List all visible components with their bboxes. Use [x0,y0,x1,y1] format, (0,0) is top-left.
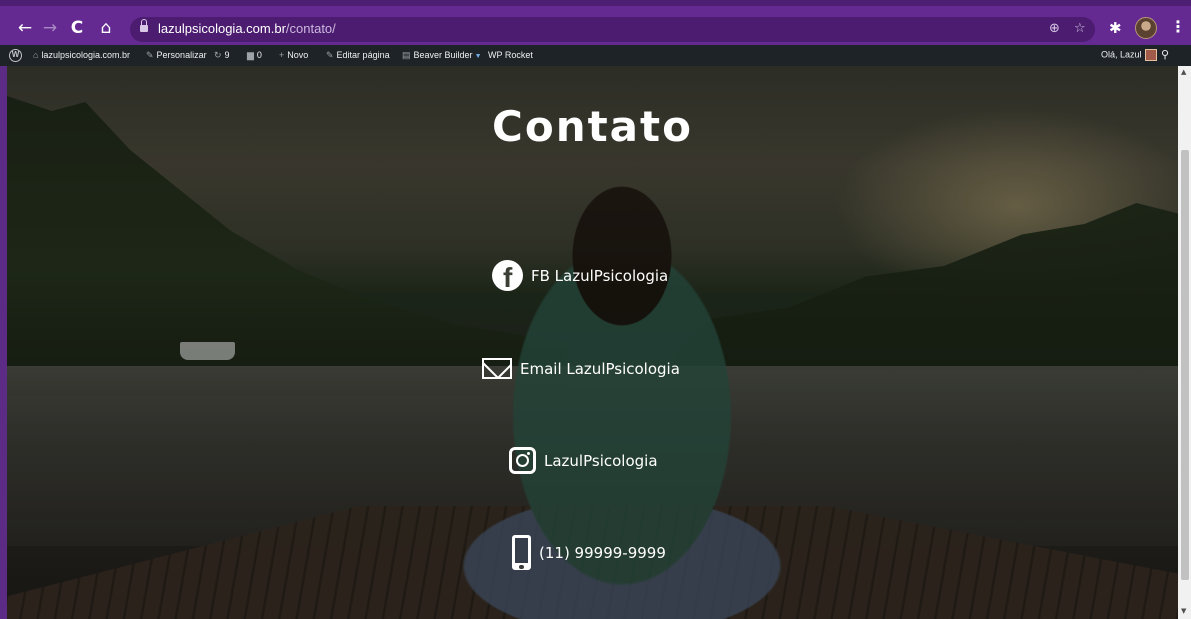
extensions-puzzle-icon[interactable]: ✱ [1109,19,1122,37]
forward-button[interactable]: → [39,17,61,39]
contact-email-link[interactable]: Email LazulPsicologia [482,358,680,379]
contact-instagram-link[interactable]: LazulPsicologia [509,447,658,474]
brush-icon: ✎ [146,50,154,60]
address-bar[interactable]: lazulpsicologia.com.br/contato/ ⊕ ☆ [130,17,1095,42]
comment-icon: ▆ [247,50,254,60]
home-icon: ⌂ [33,50,39,60]
contact-facebook-link[interactable]: f FB LazulPsicologia [492,260,669,293]
wp-updates-link[interactable]: ↻ 9 [214,50,230,61]
lock-icon[interactable] [140,19,148,32]
dropdown-caret-icon: ▼ [474,53,482,60]
bookmark-star-icon[interactable]: ☆ [1074,21,1086,36]
wp-beaver-label: Beaver Builder [413,50,473,60]
wp-updates-count: 9 [224,50,230,60]
url-text[interactable]: lazulpsicologia.com.br/contato/ [158,21,336,36]
scrollbar-thumb[interactable] [1181,150,1189,580]
instagram-icon [509,447,536,474]
url-domain: lazulpsicologia.com.br [158,21,286,36]
wp-comments-count: 0 [256,50,262,60]
wp-rocket-link[interactable]: WP Rocket [488,50,533,60]
wp-new-label: Novo [287,50,309,60]
profile-avatar[interactable] [1135,17,1157,39]
wp-beaver-builder-link[interactable]: ▤ Beaver Builder ▼ [402,50,482,61]
contact-phone-label: (11) 99999-9999 [539,543,666,562]
contact-instagram-label: LazulPsicologia [544,451,658,470]
mail-icon [482,358,512,379]
beaver-builder-icon: ▤ [402,50,411,60]
page-title: Contato [492,102,693,151]
contact-phone-link[interactable]: (11) 99999-9999 [512,535,666,570]
url-path: /contato/ [285,21,336,36]
contact-email-label: Email LazulPsicologia [520,359,680,378]
zoom-icon[interactable]: ⊕ [1049,21,1060,36]
updates-icon: ↻ [214,50,222,60]
reload-button[interactable]: C [66,17,88,39]
scroll-down-arrow-icon[interactable]: ▼ [1181,607,1186,615]
page-scrollbar[interactable]: ▲ ▼ [1178,66,1191,619]
wp-user-avatar [1144,49,1157,61]
wp-search-icon[interactable]: ⚲ [1161,48,1169,61]
facebook-icon: f [492,260,523,293]
wp-site-link[interactable]: ⌂ lazulpsicologia.com.br [33,50,130,60]
wp-site-label: lazulpsicologia.com.br [41,50,130,60]
wp-comments-link[interactable]: ▆ 0 [247,50,262,61]
wp-customize-label: Personalizar [156,50,207,60]
wp-account-link[interactable]: Olá, Lazul [1101,49,1157,61]
wp-customize-link[interactable]: ✎ Personalizar [146,50,207,61]
home-button[interactable]: ⌂ [95,17,117,39]
scroll-up-arrow-icon[interactable]: ▲ [1181,68,1186,76]
browser-toolbar: ← → C ⌂ lazulpsicologia.com.br/contato/ … [0,0,1191,45]
wp-edit-page-link[interactable]: ✎ Editar página [326,50,390,61]
wordpress-logo-icon[interactable]: W [9,49,22,62]
plus-icon: + [279,50,285,60]
wp-edit-label: Editar página [336,50,390,60]
wp-greeting: Olá, Lazul [1101,49,1142,60]
wp-new-link[interactable]: + Novo [279,50,308,60]
browser-window: ← → C ⌂ lazulpsicologia.com.br/contato/ … [0,0,1191,619]
wp-rocket-label: WP Rocket [488,50,533,60]
pencil-icon: ✎ [326,50,334,60]
back-button[interactable]: ← [14,17,36,39]
wp-admin-bar: W ⌂ lazulpsicologia.com.br ✎ Personalizar … [0,45,1191,66]
phone-icon [512,535,531,570]
contact-facebook-label: FB LazulPsicologia [531,266,669,285]
page-viewport: Contato f FB LazulPsicologia Email Lazul… [7,66,1178,619]
browser-menu-icon[interactable]: ⋮ [1170,17,1186,36]
